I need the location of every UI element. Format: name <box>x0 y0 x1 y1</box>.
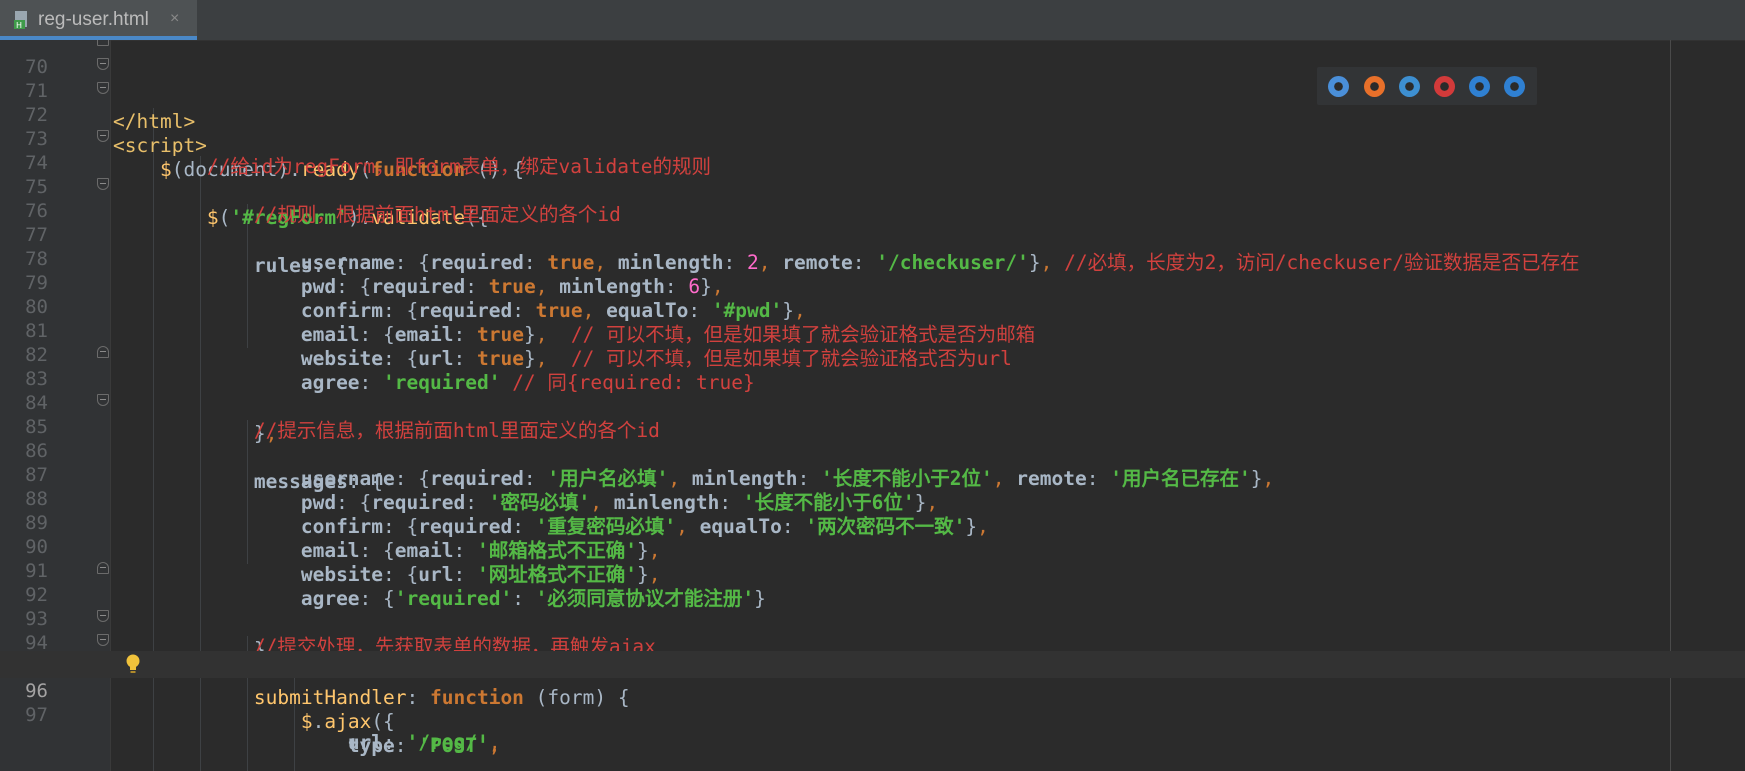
code-line[interactable]: 88 confirm: {required: '重复密码必填', equalTo… <box>0 459 1745 538</box>
code-line[interactable]: 80 email: {email: true}, // 可以不填，但是如果填了就… <box>0 267 1745 346</box>
code-line[interactable]: 83 }, <box>0 339 1745 445</box>
tab-reg-user[interactable]: H reg-user.html × <box>0 0 197 40</box>
fold-icon[interactable] <box>97 610 109 622</box>
browser-preview-toolbar <box>1317 67 1537 105</box>
fold-icon[interactable] <box>97 394 109 406</box>
code-line[interactable]: 91 agree: {'required': '必须同意协议才能注册'} <box>0 531 1745 610</box>
code-line[interactable]: 93 //提交处理，先获取表单的数据，再触发ajax <box>0 579 1745 658</box>
fold-icon[interactable] <box>97 562 109 574</box>
fold-icon[interactable] <box>97 634 109 646</box>
code-line[interactable]: 86 username: {required: '用户名必填', minleng… <box>0 411 1745 490</box>
firefox-icon[interactable] <box>1364 76 1385 97</box>
fold-icon[interactable] <box>97 178 109 190</box>
edge-icon[interactable] <box>1504 76 1525 97</box>
editor-tab-bar: H reg-user.html × <box>0 0 1745 41</box>
opera-icon[interactable] <box>1434 76 1455 97</box>
fold-icon[interactable] <box>97 346 109 358</box>
lightbulb-icon[interactable] <box>125 654 141 674</box>
code-line[interactable]: 82 agree: 'required' // 同{required: true… <box>0 315 1745 394</box>
close-icon[interactable]: × <box>170 10 179 28</box>
fold-icon[interactable] <box>97 40 109 46</box>
fold-icon[interactable] <box>97 82 109 94</box>
html-file-icon: H <box>14 11 27 29</box>
code-line[interactable]: 76 rules: { <box>0 171 1745 277</box>
code-line[interactable]: 84 //提示信息，根据前面html里面定义的各个id <box>0 363 1745 442</box>
code-line[interactable]: 90 website: {url: '网址格式不正确'}, <box>0 507 1745 586</box>
code-line[interactable]: 92 }, <box>0 555 1745 661</box>
code-line[interactable]: 94 submitHandler: function (form) { <box>0 603 1745 709</box>
code-line[interactable]: 78 pwd: {required: true, minlength: 6}, <box>0 219 1745 298</box>
safari-icon[interactable] <box>1399 76 1420 97</box>
code-line[interactable]: 85 messages: { <box>0 387 1745 493</box>
chrome-icon[interactable] <box>1328 76 1349 97</box>
code-line[interactable]: 75 //规则，根据前面html里面定义的各个id <box>0 147 1745 226</box>
ie-icon[interactable] <box>1469 76 1490 97</box>
line-number: 97 <box>25 704 48 726</box>
code-line[interactable]: 87 pwd: {required: '密码必填', minlength: '长… <box>0 435 1745 514</box>
code-line[interactable]: 77 username: {required: true, minlength:… <box>0 195 1745 274</box>
fold-icon[interactable] <box>97 58 109 70</box>
code-line[interactable]: 89 email: {email: '邮箱格式不正确'}, <box>0 483 1745 562</box>
code-line[interactable]: 81 website: {url: true}, // 可以不填，但是如果填了就… <box>0 291 1745 370</box>
code-line[interactable]: 95 $.ajax({ <box>0 627 1745 733</box>
fold-icon[interactable] <box>97 130 109 142</box>
code-line-current[interactable]: 96 type: 'POST', <box>0 651 1745 757</box>
code-line[interactable]: 79 confirm: {required: true, equalTo: '#… <box>0 243 1745 322</box>
code-editor[interactable]: 70 </html> 71 <script> 72 $(document).re… <box>0 40 1745 771</box>
tab-title: reg-user.html <box>38 9 149 30</box>
svg-text:H: H <box>16 21 22 29</box>
code-line[interactable]: 97 url: '/reg/', <box>0 675 1745 754</box>
code-line[interactable]: 74 $('#regForm').validate({ <box>0 123 1745 229</box>
